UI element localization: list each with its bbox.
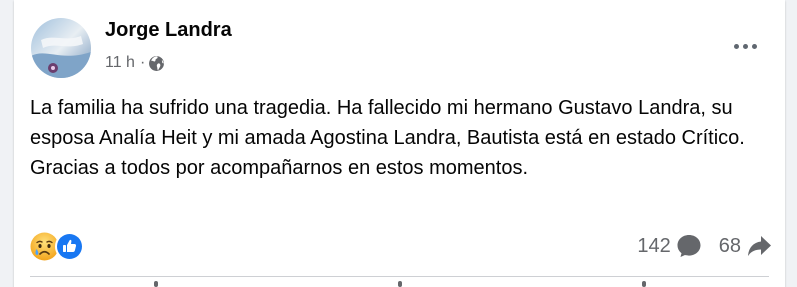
action-bar-hint	[398, 281, 402, 287]
comments-count-link[interactable]: 142	[637, 232, 702, 260]
action-bar-hint	[154, 281, 158, 287]
actions-divider	[30, 276, 769, 277]
share-icon	[748, 236, 771, 256]
comments-count: 142	[637, 234, 671, 257]
post-paragraph-2: Gracias a todos por acompañarnos en esto…	[30, 157, 529, 179]
ellipsis-dot	[733, 43, 739, 49]
reactions-summary[interactable]	[30, 232, 84, 261]
post-meta: 11 h ·	[105, 54, 165, 72]
meta-separator: ·	[139, 54, 146, 71]
globe-icon	[148, 55, 165, 72]
shares-count: 68	[718, 234, 741, 257]
post-paragraph-1: La familia ha sufrido una tragedia. Ha f…	[30, 97, 745, 149]
engagement-stats: 142 68	[637, 232, 773, 260]
post-body: La familia ha sufrido una tragedia. Ha f…	[30, 93, 770, 183]
author-avatar[interactable]	[31, 18, 91, 78]
avatar-image	[31, 18, 91, 78]
more-options-button[interactable]	[728, 32, 762, 60]
post-card: Jorge Landra 11 h · La familia ha sufrid…	[14, 0, 785, 287]
ellipsis-dot	[751, 43, 757, 49]
ellipsis-dot	[742, 43, 748, 49]
comment-icon	[677, 235, 701, 257]
action-bar-hint	[642, 281, 646, 287]
post-timestamp[interactable]: 11 h	[105, 54, 135, 72]
author-name[interactable]: Jorge Landra	[105, 19, 232, 42]
like-reaction-icon	[55, 232, 84, 261]
shares-count-link[interactable]: 68	[719, 232, 773, 260]
